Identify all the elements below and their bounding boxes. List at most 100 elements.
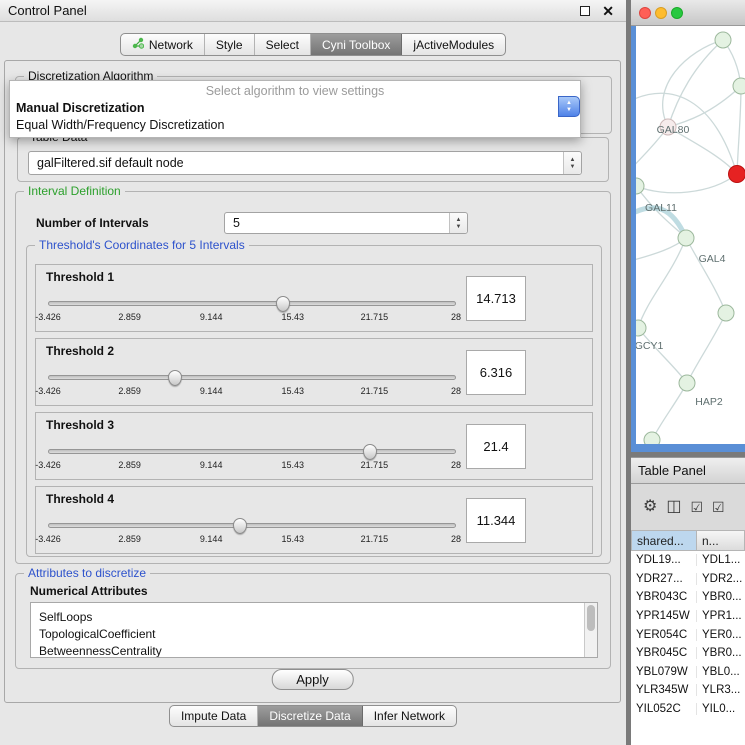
attribute-item-selfloops[interactable]: SelfLoops (39, 609, 597, 626)
threshold-2-value-field[interactable]: 6.316 (466, 350, 526, 395)
attributes-scrollbar[interactable] (584, 603, 597, 657)
algorithm-combo-button[interactable]: ▲ ▼ (558, 96, 580, 117)
threshold-3-slider-thumb[interactable] (363, 444, 377, 460)
scrollbar-thumb[interactable] (587, 605, 595, 631)
threshold-3-slider-track[interactable] (48, 449, 456, 454)
network-edge[interactable] (687, 313, 726, 383)
threshold-1-value-field[interactable]: 14.713 (466, 276, 526, 321)
tab-label: Cyni Toolbox (322, 38, 390, 52)
table-row[interactable]: YER054CYER0... (631, 625, 745, 644)
table-cell: YPR1... (697, 610, 745, 622)
tick-label: 28 (451, 534, 461, 544)
desktop: { "icons": { "close_icon": "✕", "gear_ic… (0, 0, 745, 745)
network-edge[interactable] (668, 86, 741, 127)
thresholds-group-title: Threshold's Coordinates for 5 Intervals (35, 238, 249, 252)
number-of-intervals-combo[interactable]: 5 ▲ ▼ (224, 212, 468, 234)
table-row[interactable]: YBR043CYBR0... (631, 588, 745, 607)
attributes-group-title: Attributes to discretize (24, 566, 150, 580)
threshold-1-slider-thumb[interactable] (276, 296, 290, 312)
table-row[interactable]: YIL052CYIL0... (631, 700, 745, 719)
threshold-2-slider-thumb[interactable] (168, 370, 182, 386)
tab-style[interactable]: Style (205, 34, 255, 55)
deselect-all-icon[interactable]: ☑ (712, 500, 725, 514)
numerical-attributes-label: Numerical Attributes (30, 584, 148, 598)
interval-definition-group-title: Interval Definition (24, 184, 125, 198)
algorithm-dropdown-popup: Select algorithm to view settings Manual… (9, 80, 581, 138)
threshold-4-slider-thumb[interactable] (233, 518, 247, 534)
table-cell: YLR345W (631, 684, 697, 696)
table-row[interactable]: YDR27...YDR2... (631, 570, 745, 589)
threshold-4-slider-track[interactable] (48, 523, 456, 528)
tab-jactivemodules[interactable]: jActiveModules (402, 34, 505, 55)
attribute-item-betweennesscentrality[interactable]: BetweennessCentrality (39, 643, 597, 658)
tab-infer-network[interactable]: Infer Network (363, 706, 456, 726)
table-row[interactable]: YPR145WYPR1... (631, 607, 745, 626)
tick-label: 2.859 (118, 312, 141, 322)
window-close-icon[interactable] (639, 7, 651, 19)
tab-discretize-data[interactable]: Discretize Data (258, 706, 362, 726)
network-edge[interactable] (737, 86, 741, 174)
spinner-up-icon: ▲ (566, 100, 572, 106)
select-all-icon[interactable]: ☑ (690, 500, 703, 514)
attribute-item-topologicalcoefficient[interactable]: TopologicalCoefficient (39, 626, 597, 643)
close-panel-icon[interactable]: ✕ (602, 0, 614, 22)
table-cell: YDR2... (697, 573, 745, 585)
tab-network[interactable]: Network (121, 34, 205, 55)
node-gal11[interactable] (636, 178, 644, 194)
threshold-3-value-field[interactable]: 21.4 (466, 424, 526, 469)
threshold-2-slider-track[interactable] (48, 375, 456, 380)
network-graph-canvas[interactable]: GAL80GAL11GAL4GCY1HAP2 (636, 26, 745, 444)
window-minimize-icon[interactable] (655, 7, 667, 19)
network-node[interactable] (729, 166, 745, 183)
threshold-1-slider-track[interactable] (48, 301, 456, 306)
table-row[interactable]: YLR345WYLR3... (631, 681, 745, 700)
network-edge[interactable] (652, 383, 687, 440)
node-gcy1[interactable] (636, 320, 646, 336)
table-panel-title: Table Panel (638, 463, 706, 478)
dropdown-option-equal-width-frequency-discretization[interactable]: Equal Width/Frequency Discretization (10, 117, 580, 134)
spinner-up-icon: ▲ (570, 157, 576, 163)
dropdown-option-manual-discretization[interactable]: Manual Discretization (10, 100, 580, 117)
combo-spinner[interactable]: ▲ ▼ (449, 213, 467, 233)
columns-icon[interactable]: ◫ (666, 499, 681, 515)
table-panel-toolbar: ⚙ ◫ ☑ ☑ (631, 484, 745, 530)
apply-button[interactable]: Apply (271, 669, 354, 690)
spinner-down-icon: ▼ (456, 224, 462, 230)
threshold-3-box: Threshold 3-3.4262.8599.14415.4321.71528… (35, 412, 593, 480)
network-node[interactable] (718, 305, 734, 321)
network-edge[interactable] (686, 238, 726, 313)
network-node[interactable] (733, 78, 745, 94)
tick-label: -3.426 (35, 386, 61, 396)
slider-tick-labels: -3.4262.8599.14415.4321.71528 (48, 534, 456, 546)
table-row[interactable]: YDL19...YDL1... (631, 551, 745, 570)
table-row[interactable]: YBR045CYBR0... (631, 644, 745, 663)
column-header-2[interactable]: n... (697, 530, 745, 551)
float-window-icon[interactable] (580, 6, 590, 16)
threshold-4-value-field[interactable]: 11.344 (466, 498, 526, 543)
table-data-combo[interactable]: galFiltered.sif default node ▲ ▼ (28, 151, 582, 175)
combo-spinner[interactable]: ▲ ▼ (563, 152, 581, 174)
node-gal4[interactable] (678, 230, 694, 246)
threshold-label: Threshold 2 (46, 344, 114, 358)
tab-select[interactable]: Select (255, 34, 311, 55)
table-panel-titlebar: Table Panel (631, 457, 745, 484)
network-node[interactable] (644, 432, 660, 444)
window-zoom-icon[interactable] (671, 7, 683, 19)
threshold-1-box: Threshold 1-3.4262.8599.14415.4321.71528… (35, 264, 593, 332)
gear-icon[interactable]: ⚙ (643, 499, 657, 515)
node-hap2[interactable] (679, 375, 695, 391)
network-node[interactable] (715, 32, 731, 48)
table-header-row: shared...n... (631, 530, 745, 551)
tab-cyni-toolbox[interactable]: Cyni Toolbox (311, 34, 402, 55)
network-edge[interactable] (663, 40, 723, 127)
column-header-1[interactable]: shared... (631, 530, 697, 551)
tab-impute-data[interactable]: Impute Data (170, 706, 258, 726)
slider-tick-labels: -3.4262.8599.14415.4321.71528 (48, 460, 456, 472)
table-row[interactable]: YBL079WYBL0... (631, 663, 745, 682)
attributes-to-discretize-group: Attributes to discretize Numerical Attri… (15, 573, 611, 669)
network-edge[interactable] (638, 328, 687, 383)
table-cell: YIL052C (631, 703, 697, 715)
network-edge[interactable] (636, 174, 737, 193)
numerical-attributes-list[interactable]: SelfLoopsTopologicalCoefficientBetweenne… (30, 602, 598, 658)
spinner-down-icon: ▼ (566, 107, 572, 113)
